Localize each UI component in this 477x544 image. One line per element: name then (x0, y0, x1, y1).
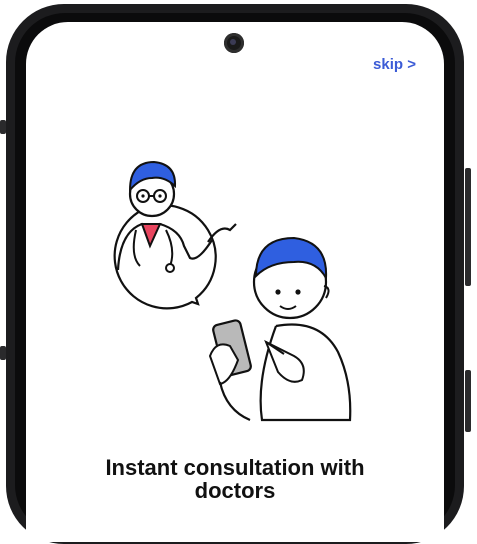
title-line-2: doctors (194, 478, 276, 503)
app-screen: skip > Instant consultation with doctors (26, 22, 444, 542)
title-line-1: Instant consultation with (105, 455, 365, 480)
power-button (465, 370, 471, 432)
skip-button[interactable]: skip > (373, 56, 416, 73)
volume-button (465, 168, 471, 286)
doctor-and-patient-illustration (113, 160, 352, 422)
front-camera-icon (224, 33, 244, 53)
left-side-button-lower (0, 346, 6, 360)
onboarding-title: Instant consultation with doctors (26, 456, 444, 502)
left-side-button (0, 120, 6, 134)
